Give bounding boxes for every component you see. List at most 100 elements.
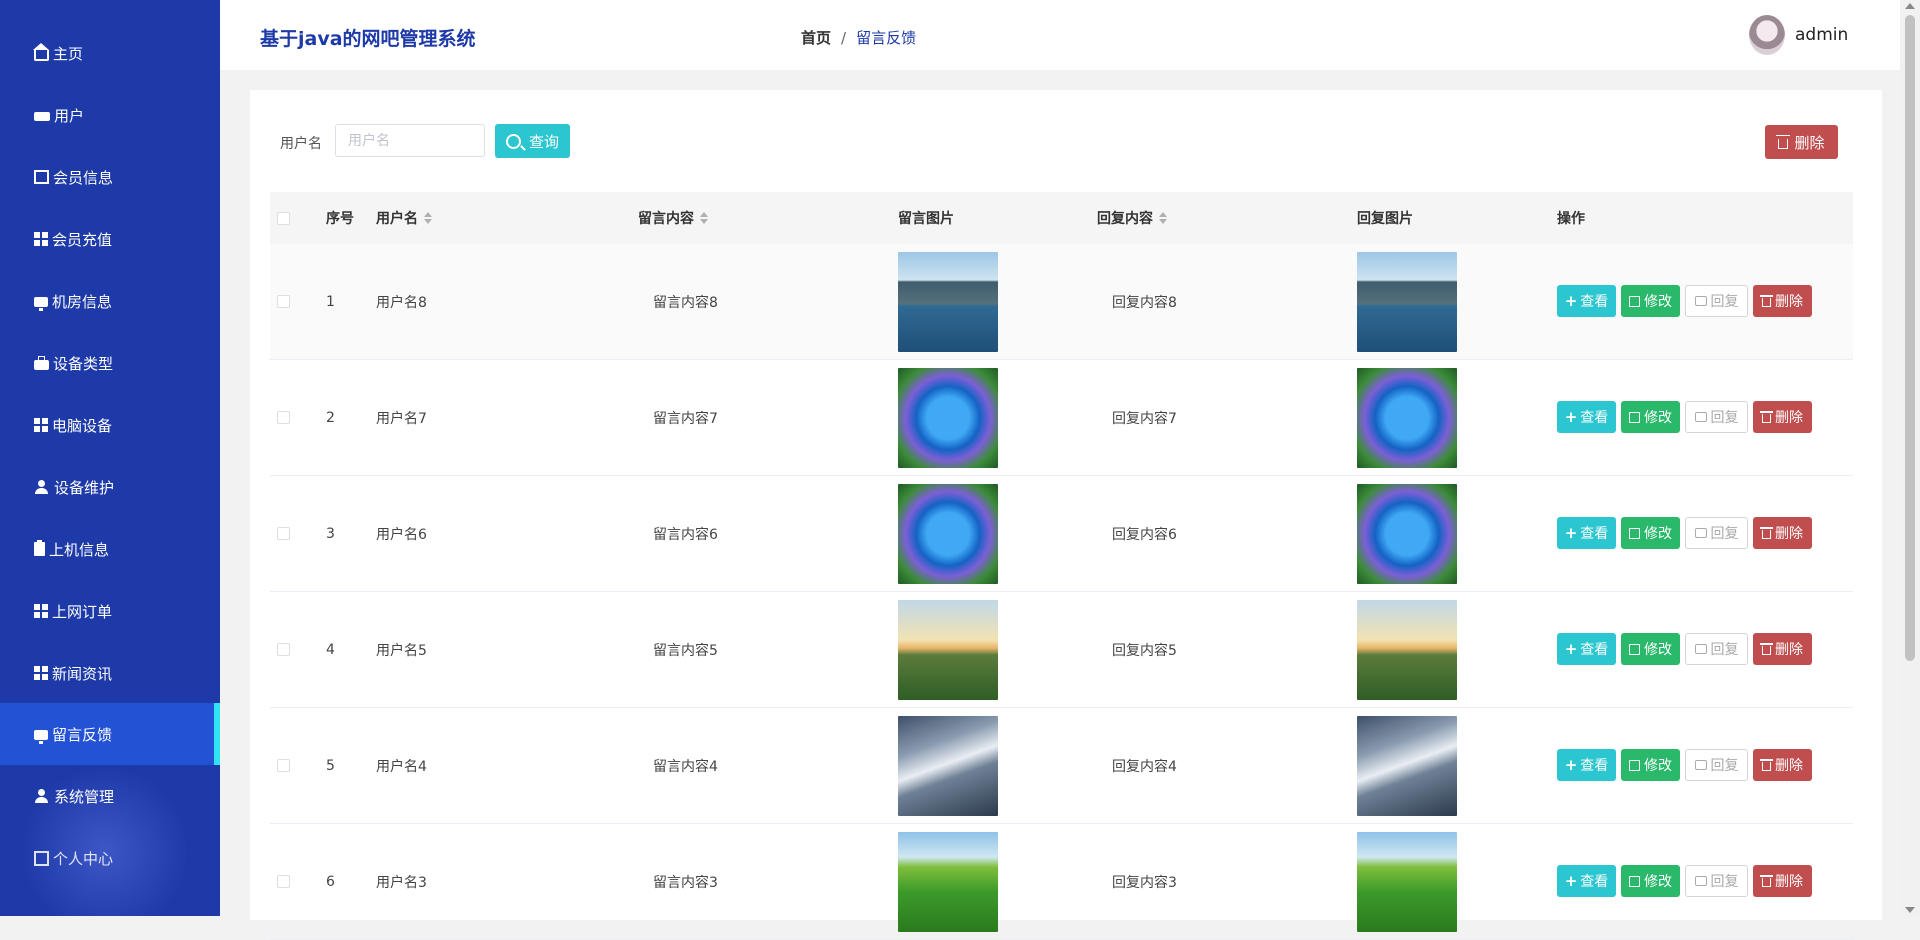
- sidebar-item-room-info[interactable]: 机房信息: [0, 270, 220, 332]
- sidebar-item-feedback[interactable]: 留言反馈: [0, 703, 220, 765]
- row-checkbox[interactable]: [277, 527, 290, 540]
- reply-image[interactable]: [1357, 483, 1457, 584]
- reply-button[interactable]: 回复: [1685, 285, 1748, 317]
- table-row: 4 用户名5 留言内容5 回复内容5 + 查看 修改 回复 删除: [270, 592, 1853, 708]
- app-title: 基于java的网吧管理系统: [260, 28, 476, 50]
- view-button-label: 查看: [1580, 642, 1609, 658]
- sidebar-item-users[interactable]: 用户: [0, 84, 220, 146]
- column-reply[interactable]: 回复内容: [1097, 192, 1167, 244]
- sidebar-item-device-type[interactable]: 设备类型: [0, 332, 220, 394]
- view-button[interactable]: + 查看: [1557, 401, 1616, 433]
- sidebar-item-member-recharge[interactable]: 会员充值: [0, 208, 220, 270]
- plus-icon: +: [1564, 640, 1578, 658]
- feedback-image[interactable]: [898, 715, 998, 816]
- breadcrumb-home[interactable]: 首页: [801, 27, 831, 48]
- column-content[interactable]: 留言内容: [638, 192, 708, 244]
- row-select-cell: [277, 592, 290, 707]
- select-all-checkbox[interactable]: [277, 211, 290, 225]
- reply-image[interactable]: [1357, 251, 1457, 352]
- home-icon: [33, 43, 49, 61]
- avatar[interactable]: [1749, 15, 1785, 55]
- sort-icon[interactable]: [700, 212, 708, 224]
- table-row: 5 用户名4 留言内容4 回复内容4 + 查看 修改 回复 删除: [270, 708, 1853, 824]
- trash-icon: [1760, 527, 1773, 539]
- reply-image[interactable]: [1357, 715, 1457, 816]
- sort-icon[interactable]: [424, 212, 432, 224]
- row-checkbox[interactable]: [277, 875, 290, 888]
- row-index: 6: [326, 873, 335, 890]
- edit-button[interactable]: 修改: [1621, 749, 1680, 781]
- edit-button[interactable]: 修改: [1621, 401, 1680, 433]
- username[interactable]: admin: [1795, 25, 1848, 45]
- reply-button[interactable]: 回复: [1685, 865, 1748, 897]
- row-checkbox[interactable]: [277, 643, 290, 656]
- sidebar-item-profile[interactable]: 个人中心: [0, 827, 220, 889]
- delete-button[interactable]: 删除: [1753, 865, 1812, 897]
- row-actions: + 查看 修改 回复 删除: [1557, 708, 1817, 823]
- scroll-thumb[interactable]: [1905, 15, 1915, 661]
- sidebar-item-online-orders[interactable]: 上网订单: [0, 580, 220, 642]
- delete-button[interactable]: 删除: [1753, 285, 1812, 317]
- edit-button-label: 修改: [1644, 526, 1672, 542]
- row-actions: + 查看 修改 回复 删除: [1557, 592, 1817, 707]
- sidebar-item-home[interactable]: 主页: [0, 22, 220, 84]
- feedback-image[interactable]: [898, 831, 998, 932]
- view-button[interactable]: + 查看: [1557, 285, 1616, 317]
- delete-button[interactable]: 删除: [1753, 633, 1812, 665]
- row-checkbox[interactable]: [277, 295, 290, 308]
- reply-button[interactable]: 回复: [1685, 401, 1748, 433]
- feedback-image[interactable]: [898, 367, 998, 468]
- row-content: 留言内容8: [653, 294, 718, 311]
- view-button[interactable]: + 查看: [1557, 517, 1616, 549]
- feedback-image[interactable]: [898, 483, 998, 584]
- sidebar-item-system[interactable]: 系统管理: [0, 765, 220, 827]
- row-image-cell: [898, 476, 998, 591]
- view-button[interactable]: + 查看: [1557, 749, 1616, 781]
- page-scrollbar[interactable]: [1900, 0, 1920, 916]
- row-username: 用户名3: [376, 874, 427, 891]
- edit-button-label: 修改: [1644, 642, 1672, 658]
- comment-icon: [1694, 296, 1707, 306]
- edit-button[interactable]: 修改: [1621, 517, 1680, 549]
- scroll-up-icon[interactable]: [1905, 3, 1915, 9]
- row-index: 5: [326, 757, 335, 774]
- scroll-down-icon[interactable]: [1905, 907, 1915, 913]
- view-button[interactable]: + 查看: [1557, 865, 1616, 897]
- sidebar-item-news[interactable]: 新闻资讯: [0, 642, 220, 704]
- row-username: 用户名4: [376, 758, 427, 775]
- reply-button[interactable]: 回复: [1685, 749, 1748, 781]
- search-button[interactable]: 查询: [495, 124, 570, 158]
- table-row: 3 用户名6 留言内容6 回复内容6 + 查看 修改 回复 删除: [270, 476, 1853, 592]
- row-checkbox[interactable]: [277, 411, 290, 424]
- sidebar-item-computer-device[interactable]: 电脑设备: [0, 394, 220, 456]
- reply-image[interactable]: [1357, 599, 1457, 700]
- delete-button[interactable]: 删除: [1753, 749, 1812, 781]
- search-input[interactable]: [335, 124, 485, 157]
- sidebar-item-device-maintenance[interactable]: 设备维护: [0, 456, 220, 518]
- sidebar-item-member-info[interactable]: 会员信息: [0, 146, 220, 208]
- feedback-image[interactable]: [898, 251, 998, 352]
- sidebar-item-label: 用户: [54, 106, 85, 125]
- row-username: 用户名8: [376, 294, 427, 311]
- delete-button[interactable]: 删除: [1753, 517, 1812, 549]
- edit-button[interactable]: 修改: [1621, 633, 1680, 665]
- sort-icon[interactable]: [1159, 212, 1167, 224]
- delete-button[interactable]: 删除: [1753, 401, 1812, 433]
- edit-button[interactable]: 修改: [1621, 285, 1680, 317]
- bulk-delete-button[interactable]: 删除: [1765, 125, 1838, 159]
- feedback-image[interactable]: [898, 599, 998, 700]
- reply-image[interactable]: [1357, 367, 1457, 468]
- view-button[interactable]: + 查看: [1557, 633, 1616, 665]
- reply-image[interactable]: [1357, 831, 1457, 932]
- bulk-delete-label: 删除: [1794, 133, 1825, 152]
- row-reply-image-cell: [1357, 244, 1457, 359]
- delete-button-label: 删除: [1775, 294, 1803, 310]
- row-checkbox[interactable]: [277, 759, 290, 772]
- reply-button[interactable]: 回复: [1685, 517, 1748, 549]
- edit-button[interactable]: 修改: [1621, 865, 1680, 897]
- reply-button[interactable]: 回复: [1685, 633, 1748, 665]
- briefcase-icon: [34, 356, 49, 370]
- trash-icon: [1760, 295, 1773, 307]
- sidebar-item-session-info[interactable]: 上机信息: [0, 518, 220, 580]
- column-username[interactable]: 用户名: [376, 192, 432, 244]
